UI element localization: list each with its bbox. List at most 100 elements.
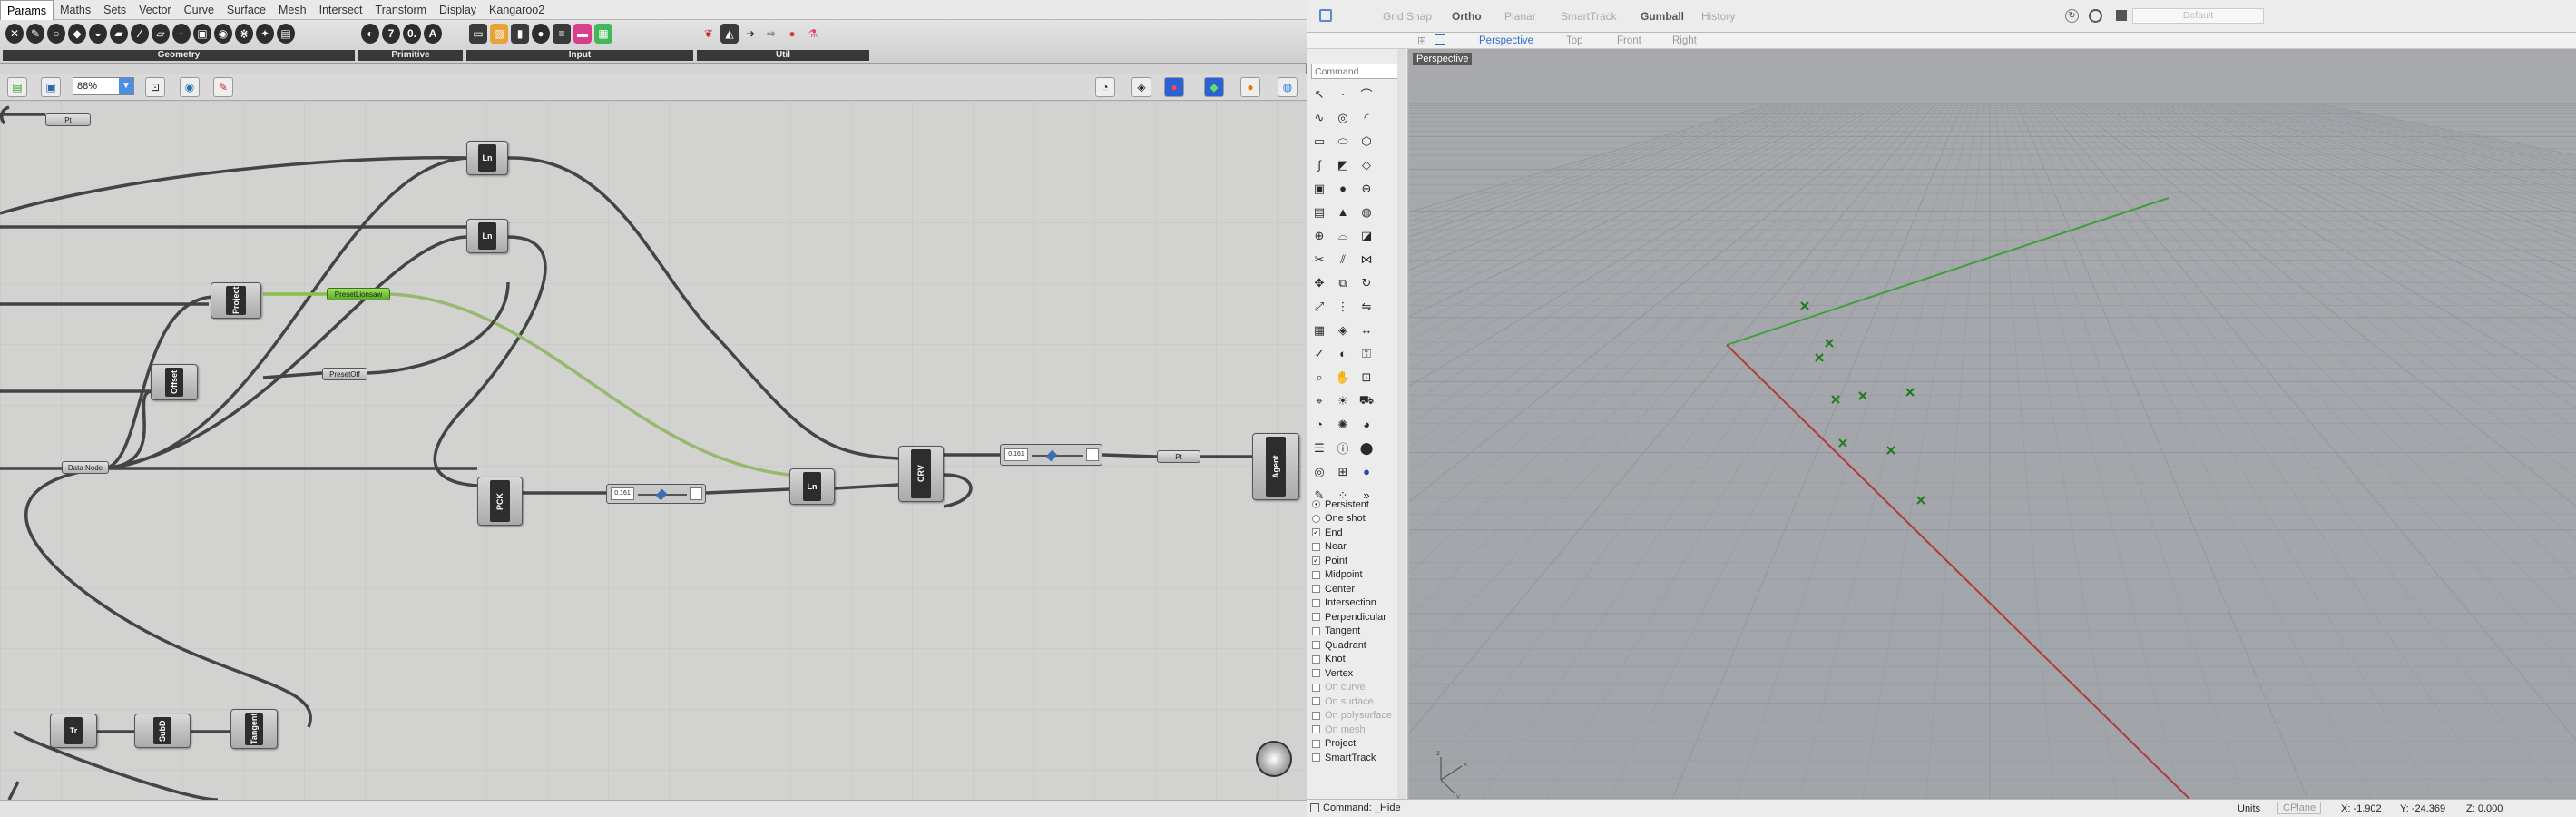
car-icon[interactable]: ⛟ <box>1356 390 1377 411</box>
option-smarttrack[interactable]: SmartTrack <box>1561 10 1617 23</box>
group-icon[interactable]: ▤ <box>277 24 295 44</box>
command-input[interactable] <box>1311 64 1400 79</box>
grid-icon[interactable]: ⋇ <box>235 24 253 44</box>
osnap-one-shot[interactable]: One shot <box>1312 512 1392 527</box>
scale-icon[interactable]: ⤢ <box>1308 296 1330 317</box>
trim-icon[interactable]: ✂ <box>1308 249 1330 270</box>
option-history[interactable]: History <box>1701 10 1735 23</box>
boolean-icon[interactable]: ◐ <box>361 24 379 44</box>
freeform-icon[interactable]: ∫ <box>1308 154 1330 175</box>
material-icon[interactable]: ● <box>1240 77 1260 97</box>
integer-icon[interactable]: 7 <box>382 24 400 44</box>
gh-canvas[interactable]: Pt Ln Ln Project PresetLionsaw Offset Pr… <box>0 101 1307 800</box>
open-file-icon[interactable]: ▤ <box>7 77 27 97</box>
osnap-end[interactable]: ✓ End <box>1312 526 1392 540</box>
split-icon[interactable]: ⫽ <box>1332 249 1354 270</box>
node-data[interactable]: Data Node <box>62 461 109 474</box>
gh-horizontal-scrollbar[interactable] <box>0 800 1307 817</box>
copy-icon[interactable]: ⧉ <box>1332 272 1354 293</box>
polygon-tool-icon[interactable]: ⬡ <box>1356 131 1377 152</box>
brep-icon[interactable]: ◆ <box>68 24 86 44</box>
preview-eye-icon[interactable]: ◉ <box>180 77 200 97</box>
osnap-persistent[interactable]: • Persistent <box>1312 497 1392 512</box>
node-ln-mid[interactable]: Ln <box>466 219 508 253</box>
sidebar-toggle-icon[interactable] <box>1319 9 1332 22</box>
text-icon[interactable]: A <box>424 24 442 44</box>
select-arrow-icon[interactable]: ↖ <box>1308 84 1330 104</box>
tab-maths[interactable]: Maths <box>54 0 97 20</box>
bake-icon[interactable]: ◆ <box>1204 77 1224 97</box>
torus-icon[interactable]: ◍ <box>1356 202 1377 222</box>
number-slider-2[interactable]: 0.161 <box>1000 444 1102 466</box>
arrow-outline-icon[interactable]: ⇨ <box>762 24 780 44</box>
circle-icon[interactable]: ○ <box>47 24 65 44</box>
checkbox[interactable] <box>1312 711 1320 720</box>
tab-top[interactable]: Top <box>1566 35 1583 46</box>
osnap-center[interactable]: Center <box>1312 582 1392 596</box>
cylinder-tool-icon[interactable]: ⊖ <box>1356 178 1377 199</box>
node-tr[interactable]: Tr <box>50 714 97 748</box>
chevron-down-icon[interactable]: ▼ <box>119 78 133 94</box>
mesh-tool-icon[interactable]: ▦ <box>1308 320 1330 340</box>
fillet-icon[interactable]: ⌓ <box>1332 225 1354 246</box>
osnap-knot[interactable]: Knot <box>1312 653 1392 667</box>
refresh-icon[interactable]: ↻ <box>2065 9 2079 23</box>
panel-icon[interactable]: ▭ <box>469 24 487 44</box>
field-icon[interactable]: ◉ <box>214 24 232 44</box>
node-preset-lionsaw[interactable]: PresetLionsaw <box>327 288 390 300</box>
sphere-icon[interactable]: ● <box>783 24 801 44</box>
galapagos-icon[interactable]: ◭ <box>720 24 739 44</box>
tab-right[interactable]: Right <box>1672 35 1697 46</box>
join-icon[interactable]: ⋈ <box>1356 249 1377 270</box>
preview-wire-icon[interactable]: ◔ <box>1095 77 1115 97</box>
node-pt-right[interactable]: Pt <box>1157 450 1200 463</box>
grid-layout-icon[interactable]: ⊞ <box>1417 34 1426 47</box>
curve-icon[interactable]: ✕ <box>5 24 24 44</box>
plane-icon[interactable]: ▱ <box>152 24 170 44</box>
blue-sphere-icon[interactable]: ● <box>1356 461 1377 482</box>
checkbox[interactable] <box>1312 753 1320 763</box>
viewport-label[interactable]: Perspective <box>1413 53 1473 65</box>
units-label[interactable]: Units <box>2238 803 2260 814</box>
number-slider-1[interactable]: 0.161 <box>606 484 706 504</box>
node-project[interactable]: Project <box>211 282 261 319</box>
checkbox[interactable] <box>1312 697 1320 706</box>
pen-icon[interactable]: ✎ <box>26 24 44 44</box>
osnap-quadrant[interactable]: Quadrant <box>1312 638 1392 653</box>
node-pck[interactable]: PCK <box>477 477 523 526</box>
node-preset-off[interactable]: PresetOff <box>322 368 367 380</box>
panel-scrollbar[interactable] <box>1397 49 1406 799</box>
option-planar[interactable]: Planar <box>1504 10 1536 23</box>
number-icon[interactable]: 0. <box>403 24 421 44</box>
tab-kangaroo2[interactable]: Kangaroo2 <box>483 0 551 20</box>
render-icon[interactable]: ◍ <box>1278 77 1298 97</box>
geometry-icon[interactable]: ✦ <box>256 24 274 44</box>
boolean-union-icon[interactable]: ⊕ <box>1308 225 1330 246</box>
properties-icon[interactable]: ⓘ <box>1332 438 1354 458</box>
cone-tool-icon[interactable]: ▲ <box>1332 202 1354 222</box>
checkbox[interactable] <box>1312 570 1320 579</box>
node-offset[interactable]: Offset <box>151 364 198 400</box>
sphere-tool-icon[interactable]: ● <box>1332 178 1354 199</box>
zoom-field[interactable]: 88% ▼ <box>73 77 134 95</box>
layer-field[interactable]: Default <box>2132 8 2264 24</box>
save-icon[interactable]: ▣ <box>41 77 61 97</box>
checkbox[interactable] <box>1312 598 1320 607</box>
rotate-icon[interactable]: ↻ <box>1356 272 1377 293</box>
layer-swatch-icon[interactable] <box>2116 10 2127 21</box>
extrude-icon[interactable]: ▤ <box>1308 202 1330 222</box>
box-icon[interactable]: ▣ <box>193 24 211 44</box>
zoom-window-icon[interactable]: ⊡ <box>1356 367 1377 388</box>
pan-icon[interactable]: ✋ <box>1332 367 1354 388</box>
option-grid-snap[interactable]: Grid Snap <box>1383 10 1432 23</box>
loft-icon[interactable]: ◇ <box>1356 154 1377 175</box>
osnap-on-mesh[interactable]: On mesh <box>1312 723 1392 737</box>
tab-curve[interactable]: Curve <box>178 0 220 20</box>
rectangle-tool-icon[interactable]: ▭ <box>1308 131 1330 152</box>
check-icon[interactable]: ✓ <box>1308 343 1330 364</box>
target-icon[interactable] <box>2089 9 2102 23</box>
osnap-smarttrack[interactable]: SmartTrack <box>1312 751 1392 765</box>
tab-vector[interactable]: Vector <box>132 0 177 20</box>
tab-sets[interactable]: Sets <box>97 0 132 20</box>
osnap-perpendicular[interactable]: Perpendicular <box>1312 610 1392 625</box>
